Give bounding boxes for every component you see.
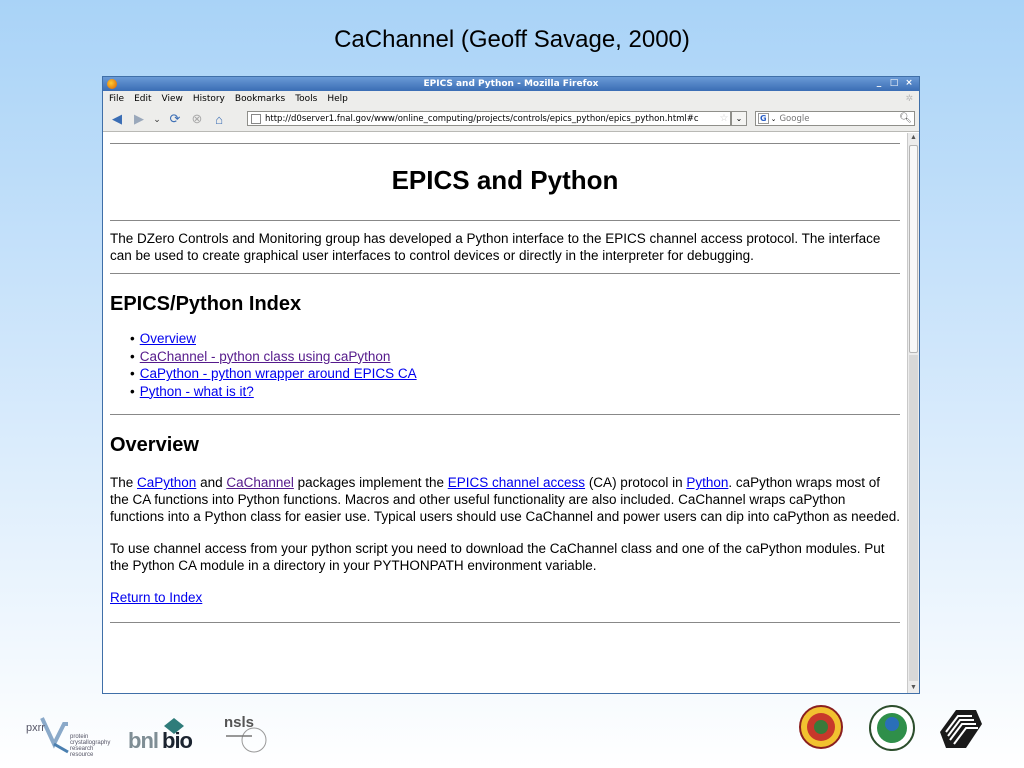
doe-ber-seal-icon	[869, 705, 915, 751]
stop-icon[interactable]: ⊗	[189, 111, 205, 127]
throbber-icon: ✲	[905, 94, 913, 104]
text-run: and	[196, 475, 227, 490]
intro-paragraph: The DZero Controls and Monitoring group …	[110, 231, 881, 263]
divider	[110, 220, 900, 221]
list-item: Python - what is it?	[130, 383, 900, 401]
bookmark-star-icon[interactable]: ☆	[718, 113, 730, 124]
vertical-scrollbar[interactable]: ▲ ▼	[907, 133, 919, 693]
menu-edit[interactable]: Edit	[134, 94, 151, 104]
url-dropdown-icon[interactable]: ⌄	[731, 111, 747, 126]
pxrr-line: research resource	[70, 746, 94, 758]
pxrr-logo: pxrr protein crystallography research re…	[24, 714, 112, 760]
page-icon	[251, 113, 261, 124]
back-icon[interactable]: ◀	[109, 111, 125, 127]
history-dropdown-icon[interactable]: ⌄	[153, 111, 161, 127]
forward-icon[interactable]: ▶	[131, 111, 147, 127]
divider	[110, 273, 900, 274]
slide-title: CaChannel (Geoff Savage, 2000)	[334, 26, 690, 53]
list-item: CaPython - python wrapper around EPICS C…	[130, 365, 900, 383]
menu-file[interactable]: File	[109, 94, 124, 104]
link-python-inline[interactable]: Python	[686, 475, 728, 490]
menu-tools[interactable]: Tools	[295, 94, 317, 104]
text-run: The	[110, 475, 138, 490]
text-run: (CA) protocol in	[585, 475, 687, 490]
search-icon[interactable]: 🔍︎	[899, 113, 912, 124]
menu-bookmarks[interactable]: Bookmarks	[235, 94, 285, 104]
nih-logo-icon	[940, 710, 982, 748]
home-icon[interactable]: ⌂	[211, 111, 227, 127]
menu-help[interactable]: Help	[327, 94, 348, 104]
search-engine-dropdown-icon[interactable]: ⌄	[771, 115, 777, 123]
search-bar[interactable]: G ⌄ 🔍︎	[755, 111, 915, 126]
nih-logo	[936, 706, 984, 752]
search-input[interactable]	[779, 113, 890, 124]
page-heading: EPICS and Python	[391, 165, 619, 195]
minimize-button[interactable]: _	[873, 78, 885, 89]
pxrr-subtext: protein crystallography research resourc…	[70, 734, 112, 758]
link-cachannel-inline[interactable]: CaChannel	[226, 475, 294, 490]
overview-heading: Overview	[110, 434, 199, 456]
overview-paragraph-1: The CaPython and CaChannel packages impl…	[110, 474, 900, 525]
nsls-ring-icon	[226, 727, 267, 753]
reload-icon[interactable]: ⟳	[167, 111, 183, 127]
window-titlebar[interactable]: EPICS and Python - Mozilla Firefox _ □ ×	[103, 77, 919, 91]
search-engine-icon[interactable]: G	[758, 113, 769, 124]
firefox-icon	[107, 79, 117, 89]
doe-ber-seal	[868, 704, 916, 752]
bnlbio-logo: bnl bio	[128, 716, 194, 754]
link-python[interactable]: Python - what is it?	[140, 384, 254, 399]
doe-bes-seal	[798, 704, 844, 750]
pxrr-text: pxrr	[26, 722, 45, 734]
close-button[interactable]: ×	[903, 78, 915, 89]
scroll-thumb[interactable]	[909, 145, 918, 353]
menu-bar: File Edit View History Bookmarks Tools H…	[103, 91, 919, 107]
list-item: Overview	[130, 330, 900, 348]
overview-paragraph-2: To use channel access from your python s…	[110, 541, 885, 573]
url-bar[interactable]: http://d0server1.fnal.gov/www/online_com…	[247, 111, 731, 126]
divider	[110, 622, 900, 623]
scroll-track[interactable]	[909, 355, 918, 681]
doe-bes-seal-icon	[799, 705, 843, 749]
link-cachannel[interactable]: CaChannel - python class using caPython	[140, 349, 391, 364]
browser-window: EPICS and Python - Mozilla Firefox _ □ ×…	[102, 76, 920, 694]
scroll-up-icon[interactable]: ▲	[908, 133, 919, 143]
nsls-logo: nsls	[222, 714, 272, 756]
link-epics-ca[interactable]: EPICS channel access	[448, 475, 585, 490]
link-capython[interactable]: CaPython - python wrapper around EPICS C…	[140, 366, 417, 381]
list-item: CaChannel - python class using caPython	[130, 348, 900, 366]
maximize-button[interactable]: □	[888, 78, 900, 89]
menu-view[interactable]: View	[162, 94, 183, 104]
index-heading: EPICS/Python Index	[110, 293, 302, 315]
link-capython-inline[interactable]: CaPython	[137, 475, 196, 490]
url-text[interactable]: http://d0server1.fnal.gov/www/online_com…	[265, 114, 718, 124]
return-paragraph: Return to Index	[110, 589, 900, 606]
index-list: Overview CaChannel - python class using …	[110, 330, 900, 400]
page-content: EPICS and Python The DZero Controls and …	[103, 133, 907, 693]
divider	[110, 143, 900, 144]
bnlbio-text-bio: bio	[162, 728, 193, 753]
return-to-index-link[interactable]: Return to Index	[110, 590, 202, 605]
bnlbio-text-bnl: bnl	[128, 728, 159, 753]
navigation-toolbar: ◀ ▶ ⌄ ⟳ ⊗ ⌂ http://d0server1.fnal.gov/ww…	[103, 107, 919, 132]
scroll-down-icon[interactable]: ▼	[908, 683, 919, 693]
text-run: packages implement the	[293, 475, 448, 490]
window-title: EPICS and Python - Mozilla Firefox	[423, 79, 599, 89]
menu-history[interactable]: History	[193, 94, 225, 104]
link-overview[interactable]: Overview	[140, 331, 196, 346]
divider	[110, 414, 900, 415]
